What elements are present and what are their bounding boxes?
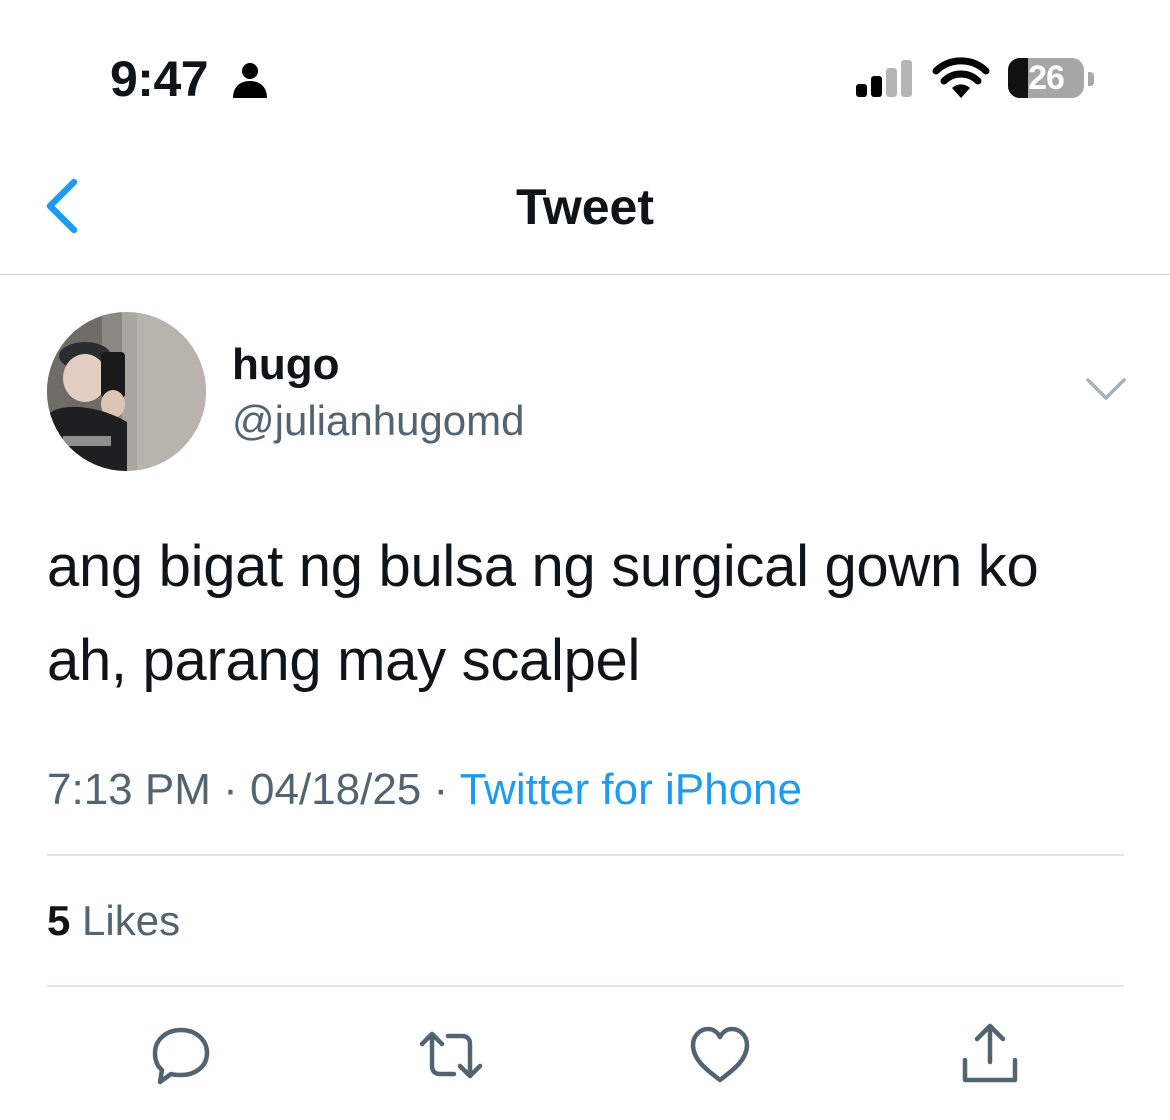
- chevron-down-icon[interactable]: [1084, 374, 1128, 406]
- tweet-source-link[interactable]: Twitter for iPhone: [460, 765, 802, 814]
- share-button[interactable]: [955, 1020, 1025, 1090]
- page-title: Tweet: [516, 179, 654, 235]
- divider: [47, 985, 1124, 987]
- user-handle[interactable]: @julianhugomd: [232, 395, 524, 447]
- battery-icon: 26: [1008, 56, 1094, 100]
- like-icon: [690, 1026, 750, 1083]
- like-button[interactable]: [685, 1020, 755, 1090]
- divider: [47, 854, 1124, 856]
- avatar[interactable]: [47, 312, 206, 471]
- battery-level: 26: [1028, 59, 1065, 97]
- tweet-meta: 7:13 PM · 04/18/25 · Twitter for iPhone: [47, 762, 802, 818]
- signal-icon: [856, 60, 912, 97]
- retweet-icon: [419, 1031, 483, 1079]
- share-icon: [962, 1023, 1018, 1083]
- retweet-button[interactable]: [416, 1020, 486, 1090]
- reply-button[interactable]: [146, 1020, 216, 1090]
- status-time: 9:47: [110, 51, 209, 107]
- likes-stat[interactable]: 5 Likes: [47, 894, 180, 948]
- likes-count: 5: [47, 897, 71, 944]
- likes-label: Likes: [82, 897, 181, 944]
- reply-icon: [152, 1027, 210, 1085]
- person-icon: [233, 63, 267, 98]
- tweet-time: 7:13 PM: [47, 765, 211, 814]
- nav-header: Tweet: [0, 140, 1170, 275]
- meta-separator: ·: [223, 765, 238, 814]
- meta-separator: ·: [433, 765, 449, 814]
- tweet-text: ang bigat ng bulsa ng surgical gown ko a…: [47, 534, 1039, 693]
- display-name[interactable]: hugo: [232, 338, 340, 392]
- wifi-icon: [932, 57, 990, 98]
- tweet-date: 04/18/25: [250, 765, 422, 814]
- status-bar: 9:47 26: [0, 0, 1170, 140]
